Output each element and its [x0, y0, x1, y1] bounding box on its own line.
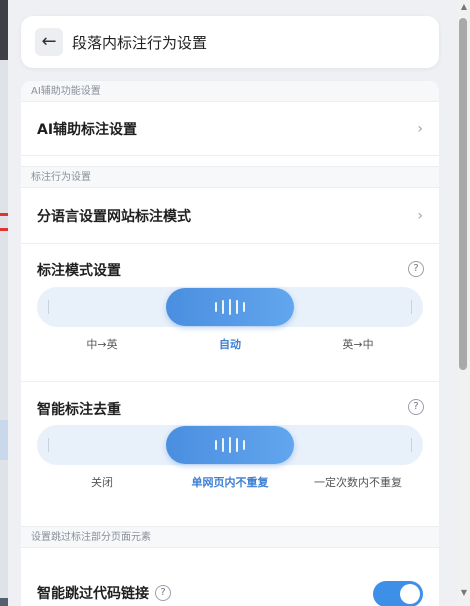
- chevron-right-icon: ›: [417, 207, 423, 224]
- section-label-ai: AI辅助功能设置: [21, 80, 439, 102]
- background-accent-line: [0, 228, 8, 231]
- scrollbar-thumb[interactable]: [459, 18, 467, 370]
- background-page-header: [0, 0, 8, 60]
- mode-setting-title: 标注模式设置: [37, 263, 121, 279]
- slider-tick: [48, 438, 49, 452]
- dedupe-slider-track[interactable]: [37, 425, 423, 465]
- grip-line: [236, 300, 238, 314]
- mode-option-zh-en[interactable]: 中→英: [37, 336, 167, 352]
- panel-header: ← 段落内标注行为设置: [21, 16, 439, 68]
- help-icon[interactable]: ?: [408, 261, 424, 277]
- slider-tick: [411, 300, 412, 314]
- arrow-left-icon: ←: [41, 31, 57, 52]
- slider-tick: [411, 438, 412, 452]
- grip-line: [215, 302, 217, 312]
- dedupe-option-off[interactable]: 关闭: [37, 474, 167, 490]
- skip-code-links-row: 智能跳过代码链接 ?: [21, 569, 439, 606]
- toggle-knob: [400, 584, 420, 604]
- grip-line: [229, 299, 231, 315]
- grip-line: [243, 302, 245, 312]
- scroll-up-icon[interactable]: ▲: [459, 2, 469, 12]
- ai-assist-settings-label: AI辅助标注设置: [37, 121, 138, 138]
- section-label-behavior: 标注行为设置: [21, 166, 439, 188]
- mode-slider-thumb[interactable]: [166, 288, 294, 326]
- background-page-edge: [0, 0, 8, 606]
- chevron-right-icon: ›: [417, 120, 423, 137]
- back-button[interactable]: ←: [35, 28, 63, 56]
- grip-line: [215, 440, 217, 450]
- ai-assist-settings-row[interactable]: AI辅助标注设置 ›: [21, 102, 439, 156]
- skip-code-links-label: 智能跳过代码链接: [37, 586, 149, 602]
- grip-line: [243, 440, 245, 450]
- scroll-down-icon[interactable]: ▼: [459, 588, 469, 598]
- page-title: 段落内标注行为设置: [72, 33, 208, 52]
- slider-tick: [48, 300, 49, 314]
- mode-option-auto[interactable]: 自动: [165, 336, 295, 352]
- dedupe-slider-thumb[interactable]: [166, 426, 294, 464]
- background-accent-line: [0, 213, 8, 216]
- language-mode-settings-label: 分语言设置网站标注模式: [37, 208, 191, 225]
- mode-option-en-zh[interactable]: 英→中: [293, 336, 423, 352]
- mode-slider-track[interactable]: [37, 287, 423, 327]
- settings-card: AI辅助功能设置 AI辅助标注设置 › 标注行为设置 分语言设置网站标注模式 ›…: [21, 80, 439, 606]
- divider: [21, 381, 439, 382]
- grip-line: [222, 300, 224, 314]
- help-icon[interactable]: ?: [408, 399, 424, 415]
- skip-code-links-toggle[interactable]: [373, 581, 423, 606]
- dedupe-option-per-page[interactable]: 单网页内不重复: [165, 474, 295, 490]
- grip-line: [236, 438, 238, 452]
- background-block: [0, 420, 8, 460]
- help-icon[interactable]: ?: [155, 585, 171, 601]
- dedupe-setting-title: 智能标注去重: [37, 402, 121, 418]
- section-label-skip: 设置跳过标注部分页面元素: [21, 526, 439, 548]
- language-mode-settings-row[interactable]: 分语言设置网站标注模式 ›: [21, 188, 439, 244]
- grip-line: [222, 438, 224, 452]
- dedupe-option-per-count[interactable]: 一定次数内不重复: [293, 474, 423, 490]
- settings-panel: ← 段落内标注行为设置 AI辅助功能设置 AI辅助标注设置 › 标注行为设置 分…: [8, 0, 458, 606]
- grip-line: [229, 437, 231, 453]
